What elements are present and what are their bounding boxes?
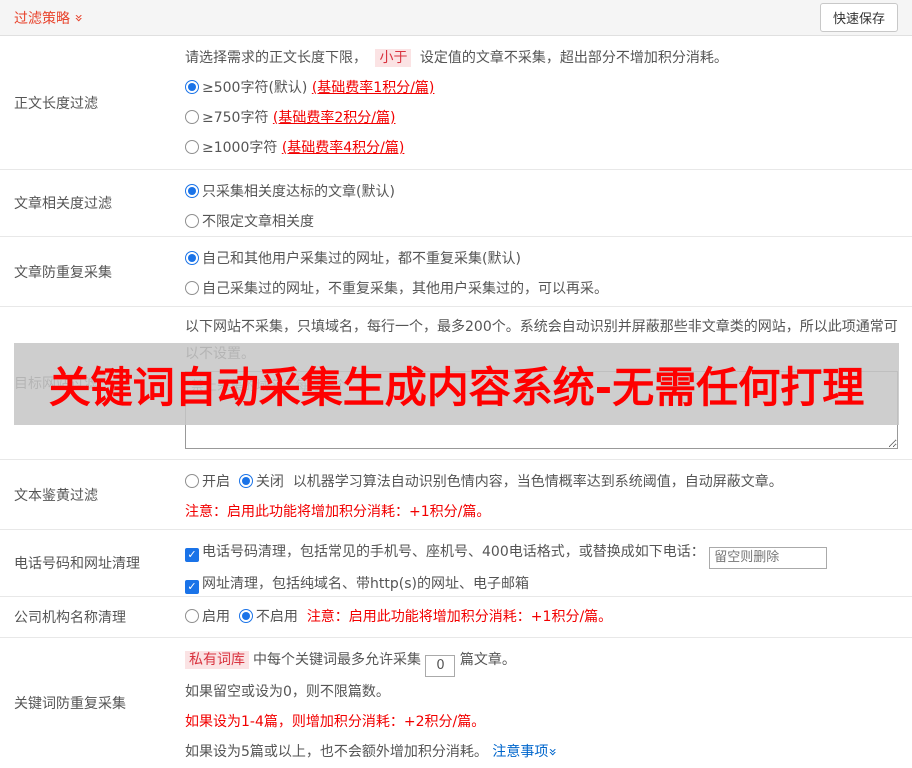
intro-suffix: 设定值的文章不采集，超出部分不增加积分消耗。: [419, 50, 728, 66]
option-label: 自己采集过的网址，不重复采集，其他用户采集过的，可以再采。: [202, 281, 608, 297]
section-title: 过滤策略: [14, 10, 70, 27]
keyword-limit-suffix: 篇文章。: [459, 652, 516, 668]
porn-filter-desc: 以机器学习算法自动识别色情内容，当色情概率达到系统阈值，自动屏蔽文章。: [292, 474, 783, 490]
fee-note: (基础费率2积分/篇): [272, 110, 396, 126]
fee-note: (基础费率4积分/篇): [281, 140, 405, 156]
chevron-double-down-icon: »: [544, 747, 561, 756]
relevance-option-any[interactable]: 不限定文章相关度: [185, 207, 898, 237]
length-option-500[interactable]: ≥500字符(默认) (基础费率1积分/篇): [185, 73, 898, 103]
url-clean-label: 网址清理，包括纯域名、带http(s)的网址、电子邮箱: [202, 575, 529, 592]
option-label: 关闭: [255, 474, 284, 490]
checkbox-checked-icon[interactable]: ✓: [185, 548, 199, 562]
row-content-length-filter: 正文长度过滤 请选择需求的正文长度下限， 小于 设定值的文章不采集，超出部分不增…: [0, 36, 912, 170]
less-than-badge: 小于: [375, 49, 412, 67]
row-label: 文本鉴黄过滤: [14, 487, 98, 504]
radio-selected-icon[interactable]: [185, 184, 199, 198]
option-label: 不限定文章相关度: [202, 214, 314, 230]
content-length-intro: 请选择需求的正文长度下限， 小于 设定值的文章不采集，超出部分不增加积分消耗。: [185, 43, 898, 73]
relevance-option-strict[interactable]: 只采集相关度达标的文章(默认): [185, 177, 898, 207]
radio-selected-icon[interactable]: [238, 474, 253, 488]
company-clean-cost-note: 注意：启用此功能将增加积分消耗：+1积分/篇。: [306, 609, 613, 625]
private-thesaurus-badge: 私有词库: [185, 651, 249, 669]
row-label: 电话号码和网址清理: [14, 556, 140, 572]
company-clean-enable-option[interactable]: 启用: [185, 609, 230, 625]
keyword-note-5plus: 如果设为5篇或以上，也不会额外增加积分消耗。: [185, 743, 488, 760]
row-article-dedup: 文章防重复采集 自己和其他用户采集过的网址，都不重复采集(默认) 自己采集过的网…: [0, 237, 912, 307]
radio-icon[interactable]: [185, 214, 199, 228]
target-site-intro: 以下网站不采集，只填域名，每行一个，最多200个。系统会自动识别并屏蔽那些非文章…: [185, 319, 898, 362]
row-label: 文章相关度过滤: [14, 196, 112, 212]
row-porn-filter: 文本鉴黄过滤 开启 关闭 以机器学习算法自动识别色情内容，当色情概率达到系统阈值…: [0, 460, 912, 530]
phone-clean-label: 电话号码清理，包括常见的手机号、座机号、400电话格式，或替换成如下电话：: [202, 544, 705, 560]
option-label: 自己和其他用户采集过的网址，都不重复采集(默认): [202, 251, 521, 267]
row-phone-url-clean: 电话号码和网址清理 ✓ 电话号码清理，包括常见的手机号、座机号、400电话格式，或…: [0, 530, 912, 597]
fee-note: (基础费率1积分/篇): [311, 80, 435, 96]
row-company-clean: 公司机构名称清理 启用 不启用 注意：启用此功能将增加积分消耗：+1积分/篇。: [0, 597, 912, 638]
row-relevance-filter: 文章相关度过滤 只采集相关度达标的文章(默认) 不限定文章相关度: [0, 170, 912, 237]
option-label: 开启: [202, 474, 230, 490]
porn-filter-cost-note: 注意：启用此功能将增加积分消耗：+1积分/篇。: [185, 504, 491, 520]
row-label: 文章防重复采集: [14, 264, 112, 281]
porn-filter-off-option[interactable]: 关闭: [238, 474, 284, 490]
notice-link-label: 注意事项: [492, 743, 549, 760]
row-keyword-dedup: 关键词防重复采集 私有词库中每个关键词最多允许采集 篇文章。 如果留空或设为0，…: [0, 638, 912, 768]
radio-selected-icon[interactable]: [238, 609, 253, 623]
company-clean-disable-option[interactable]: 不启用: [238, 609, 298, 625]
dedup-option-all-users[interactable]: 自己和其他用户采集过的网址，都不重复采集(默认): [185, 244, 898, 274]
length-option-1000[interactable]: ≥1000字符 (基础费率4积分/篇): [185, 133, 898, 163]
porn-filter-on-option[interactable]: 开启: [185, 474, 230, 490]
blocked-domains-textarea[interactable]: [185, 371, 898, 449]
row-target-site-filter: 目标网站过滤 以下网站不采集，只填域名，每行一个，最多200个。系统会自动识别并…: [0, 307, 912, 460]
notice-link[interactable]: 注意事项»: [492, 743, 561, 760]
row-label: 公司机构名称清理: [14, 610, 126, 626]
option-label: ≥500字符(默认): [202, 80, 308, 96]
dedup-option-self-only[interactable]: 自己采集过的网址，不重复采集，其他用户采集过的，可以再采。: [185, 274, 898, 304]
radio-icon[interactable]: [185, 474, 199, 488]
option-label: ≥1000字符: [202, 140, 278, 156]
option-label: 启用: [202, 609, 230, 625]
radio-selected-icon[interactable]: [185, 80, 199, 94]
length-option-750[interactable]: ≥750字符 (基础费率2积分/篇): [185, 103, 898, 133]
option-label: ≥750字符: [202, 110, 269, 126]
keyword-count-input[interactable]: [425, 654, 456, 677]
keyword-limit-text: 中每个关键词最多允许采集: [253, 652, 421, 668]
row-label: 目标网站过滤: [14, 376, 98, 392]
replacement-phone-input[interactable]: [709, 546, 828, 569]
quick-save-button[interactable]: 快速保存: [819, 3, 898, 32]
intro-prefix: 请选择需求的正文长度下限，: [185, 50, 367, 66]
keyword-note-1-4: 如果设为1-4篇，则增加积分消耗：+2积分/篇。: [185, 713, 486, 730]
row-label: 关键词防重复采集: [14, 696, 126, 712]
radio-icon[interactable]: [185, 140, 199, 154]
radio-selected-icon[interactable]: [185, 251, 199, 265]
chevron-double-down-icon: »: [70, 13, 87, 22]
filter-strategy-page: 过滤策略 » 快速保存 正文长度过滤 请选择需求的正文长度下限， 小于 设定值的…: [0, 0, 912, 768]
keyword-note-zero: 如果留空或设为0，则不限篇数。: [185, 683, 390, 700]
radio-icon[interactable]: [185, 609, 199, 623]
radio-icon[interactable]: [185, 281, 199, 295]
option-label: 只采集相关度达标的文章(默认): [202, 184, 395, 200]
radio-icon[interactable]: [185, 110, 199, 124]
option-label: 不启用: [255, 609, 298, 625]
checkbox-checked-icon[interactable]: ✓: [185, 579, 199, 594]
row-label: 正文长度过滤: [14, 95, 98, 112]
header-bar: 过滤策略 » 快速保存: [0, 0, 912, 36]
section-toggle-filter-strategy[interactable]: 过滤策略 »: [14, 8, 87, 28]
